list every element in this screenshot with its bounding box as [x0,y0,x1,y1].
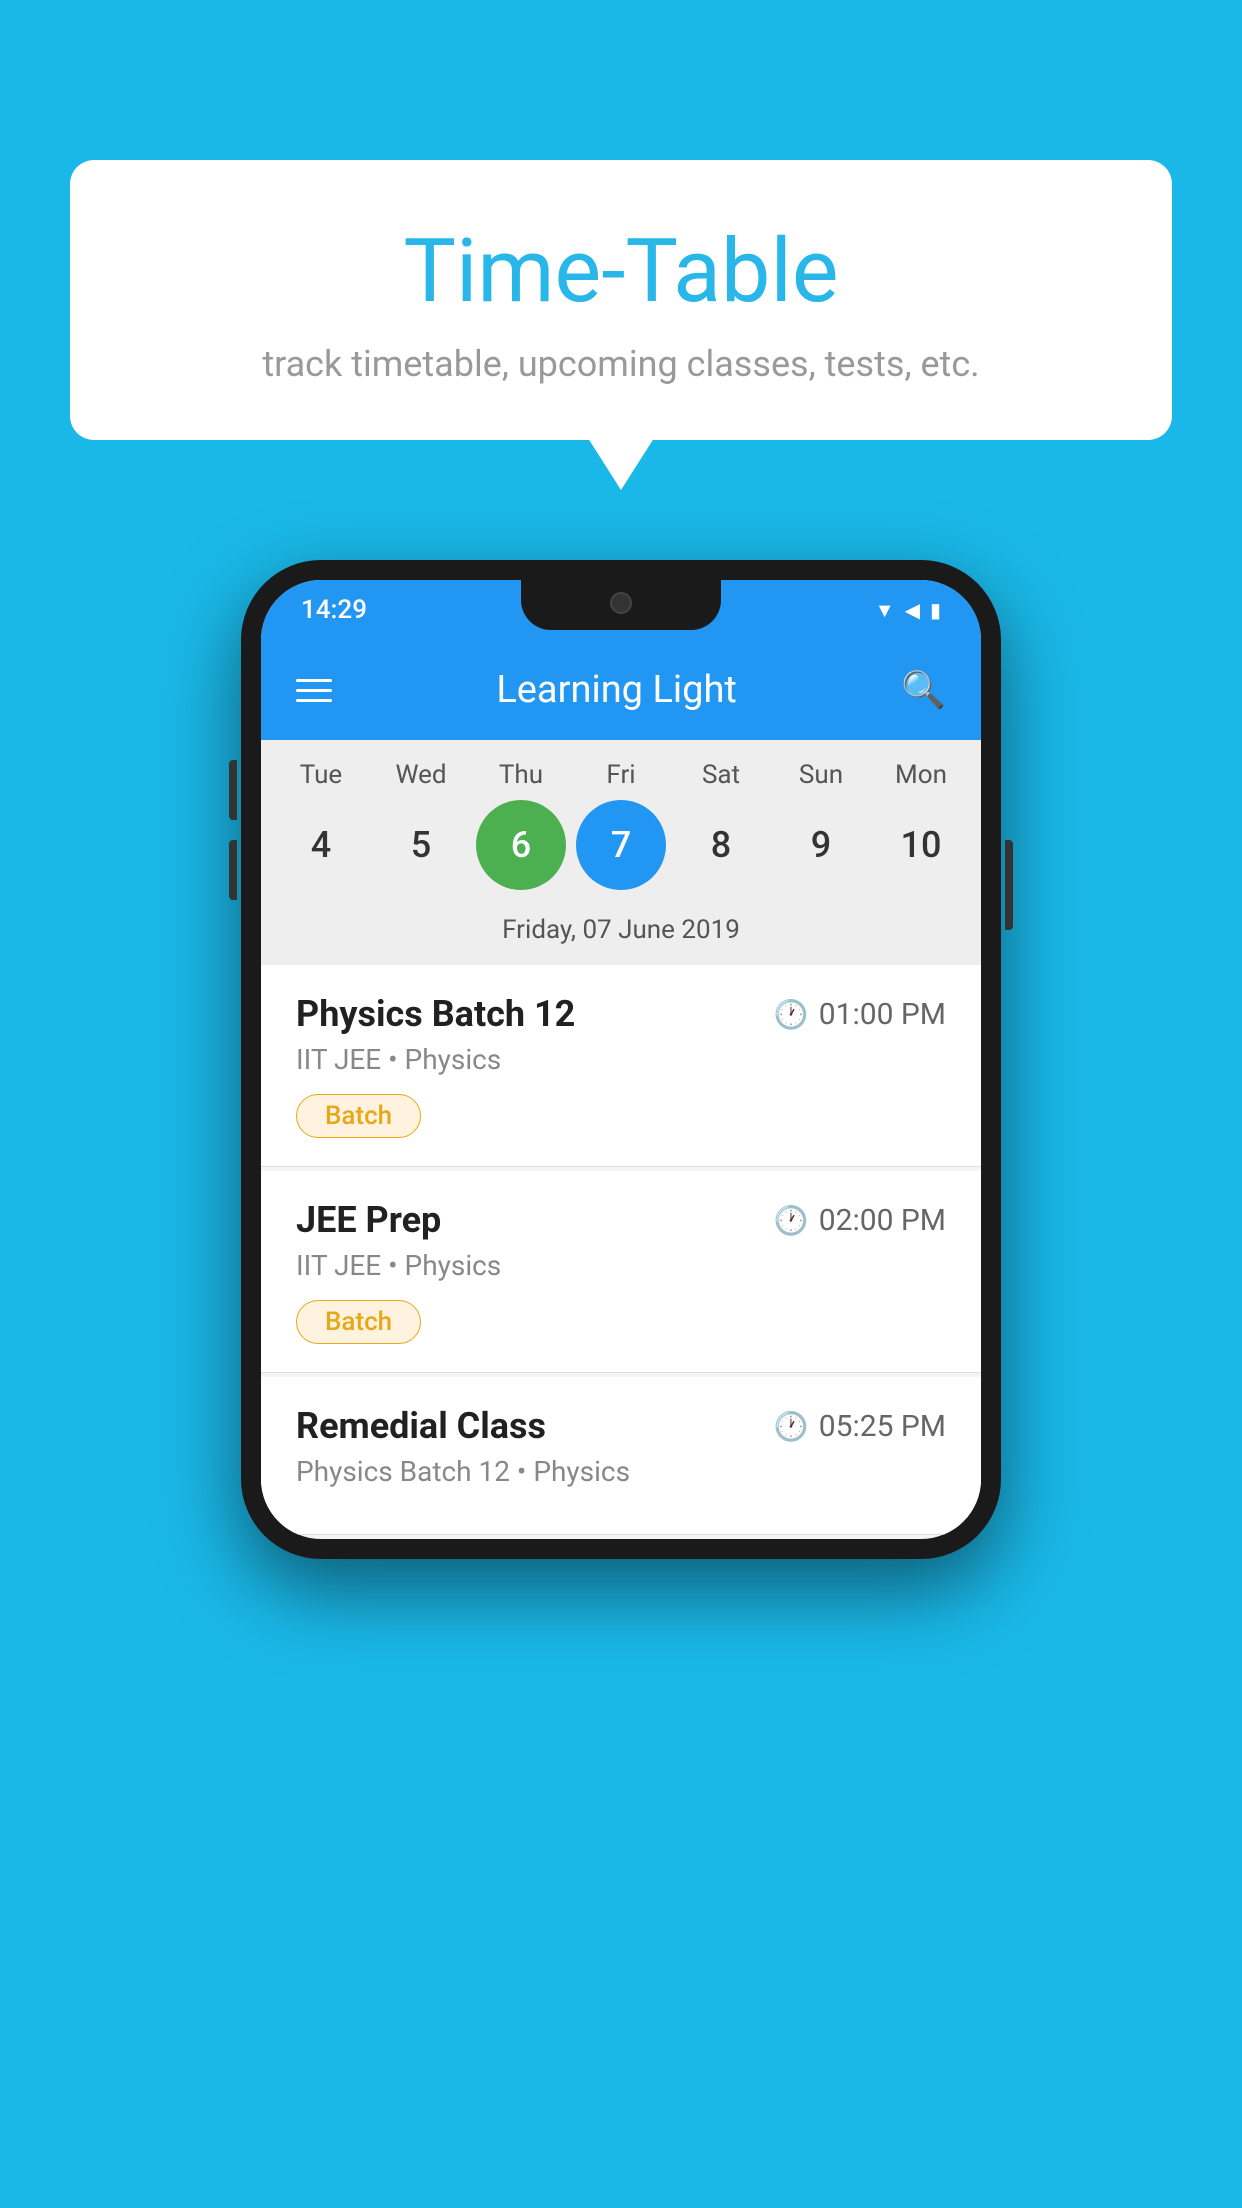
day-8[interactable]: 8 [676,800,766,890]
phone-mockup: 14:29 ▼ ◀ ▮ Learning Light 🔍 [241,560,1001,1559]
phone-notch [521,580,721,630]
feature-title: Time-Table [120,220,1122,323]
event-time-2: 🕐 02:00 PM [774,1203,946,1238]
event-header-2: JEE Prep 🕐 02:00 PM [296,1199,946,1241]
power-button [1005,840,1013,930]
clock-icon-3: 🕐 [774,1410,809,1443]
day-name-tue: Tue [276,760,366,790]
event-title-2: JEE Prep [296,1199,441,1241]
speech-bubble-section: Time-Table track timetable, upcoming cla… [70,160,1172,440]
day-name-fri: Fri [576,760,666,790]
batch-tag-2: Batch [296,1300,421,1344]
day-9[interactable]: 9 [776,800,866,890]
speech-bubble-card: Time-Table track timetable, upcoming cla… [70,160,1172,440]
calendar-strip: Tue Wed Thu Fri Sat Sun Mon 4 5 6 7 8 9 … [261,740,981,965]
volume-up-button [229,760,237,820]
day-6-today[interactable]: 6 [476,800,566,890]
menu-icon[interactable] [296,679,332,702]
day-names-row: Tue Wed Thu Fri Sat Sun Mon [261,760,981,800]
day-name-mon: Mon [876,760,966,790]
phone-frame: 14:29 ▼ ◀ ▮ Learning Light 🔍 [241,560,1001,1559]
day-10[interactable]: 10 [876,800,966,890]
app-title: Learning Light [362,668,871,712]
day-4[interactable]: 4 [276,800,366,890]
day-7-selected[interactable]: 7 [576,800,666,890]
day-name-sat: Sat [676,760,766,790]
event-time-3: 🕐 05:25 PM [774,1409,946,1444]
event-subtitle-3: Physics Batch 12 • Physics [296,1455,946,1488]
app-bar: Learning Light 🔍 [261,640,981,740]
event-header-3: Remedial Class 🕐 05:25 PM [296,1405,946,1447]
front-camera [610,592,632,614]
volume-down-button [229,840,237,900]
event-time-text-2: 02:00 PM [819,1203,946,1238]
wifi-icon: ▼ [875,598,895,623]
clock-icon-1: 🕐 [774,998,809,1031]
event-card-1[interactable]: Physics Batch 12 🕐 01:00 PM IIT JEE • Ph… [261,965,981,1167]
event-time-text-1: 01:00 PM [819,997,946,1032]
event-time-text-3: 05:25 PM [819,1409,946,1444]
day-name-sun: Sun [776,760,866,790]
battery-icon: ▮ [930,598,941,622]
status-icons: ▼ ◀ ▮ [875,598,941,623]
day-name-thu: Thu [476,760,566,790]
event-subtitle-2: IIT JEE • Physics [296,1249,946,1282]
batch-tag-1: Batch [296,1094,421,1138]
day-name-wed: Wed [376,760,466,790]
feature-subtitle: track timetable, upcoming classes, tests… [120,343,1122,385]
event-header-1: Physics Batch 12 🕐 01:00 PM [296,993,946,1035]
event-card-3[interactable]: Remedial Class 🕐 05:25 PM Physics Batch … [261,1377,981,1535]
event-subtitle-1: IIT JEE • Physics [296,1043,946,1076]
phone-screen: 14:29 ▼ ◀ ▮ Learning Light 🔍 [261,580,981,1539]
search-icon[interactable]: 🔍 [901,669,946,711]
clock-icon-2: 🕐 [774,1204,809,1237]
day-numbers-row: 4 5 6 7 8 9 10 [261,800,981,905]
signal-icon: ◀ [905,598,920,622]
selected-date-label: Friday, 07 June 2019 [261,905,981,965]
event-title-3: Remedial Class [296,1405,546,1447]
event-card-2[interactable]: JEE Prep 🕐 02:00 PM IIT JEE • Physics Ba… [261,1171,981,1373]
event-time-1: 🕐 01:00 PM [774,997,946,1032]
event-title-1: Physics Batch 12 [296,993,575,1035]
events-list: Physics Batch 12 🕐 01:00 PM IIT JEE • Ph… [261,965,981,1535]
status-time: 14:29 [301,595,367,625]
day-5[interactable]: 5 [376,800,466,890]
